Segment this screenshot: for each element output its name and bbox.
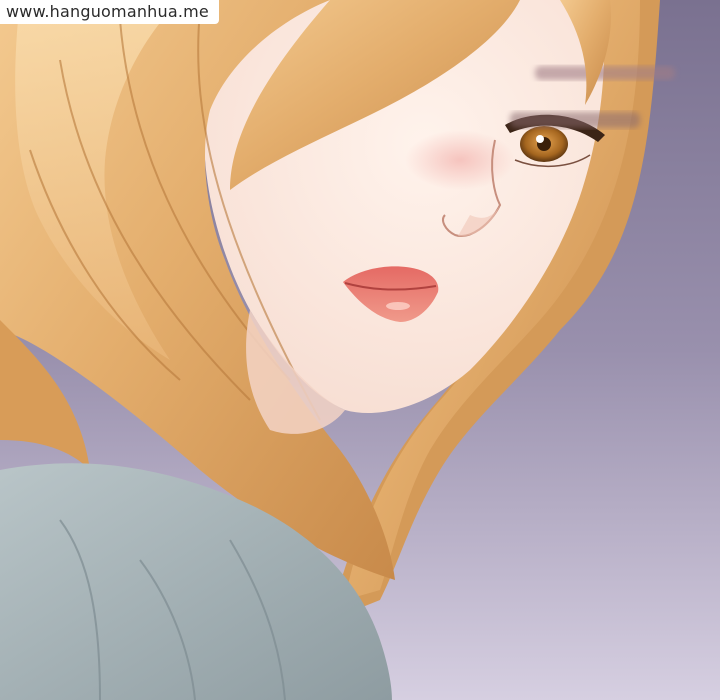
comic-panel: www.hanguomanhua.me bbox=[0, 0, 720, 700]
censor-blur bbox=[510, 112, 640, 128]
eye-right-highlight bbox=[536, 135, 544, 143]
blush bbox=[405, 130, 515, 190]
illustration bbox=[0, 0, 720, 700]
watermark: www.hanguomanhua.me bbox=[0, 0, 219, 24]
lips-highlight bbox=[386, 302, 410, 310]
censor-blur bbox=[535, 66, 675, 80]
